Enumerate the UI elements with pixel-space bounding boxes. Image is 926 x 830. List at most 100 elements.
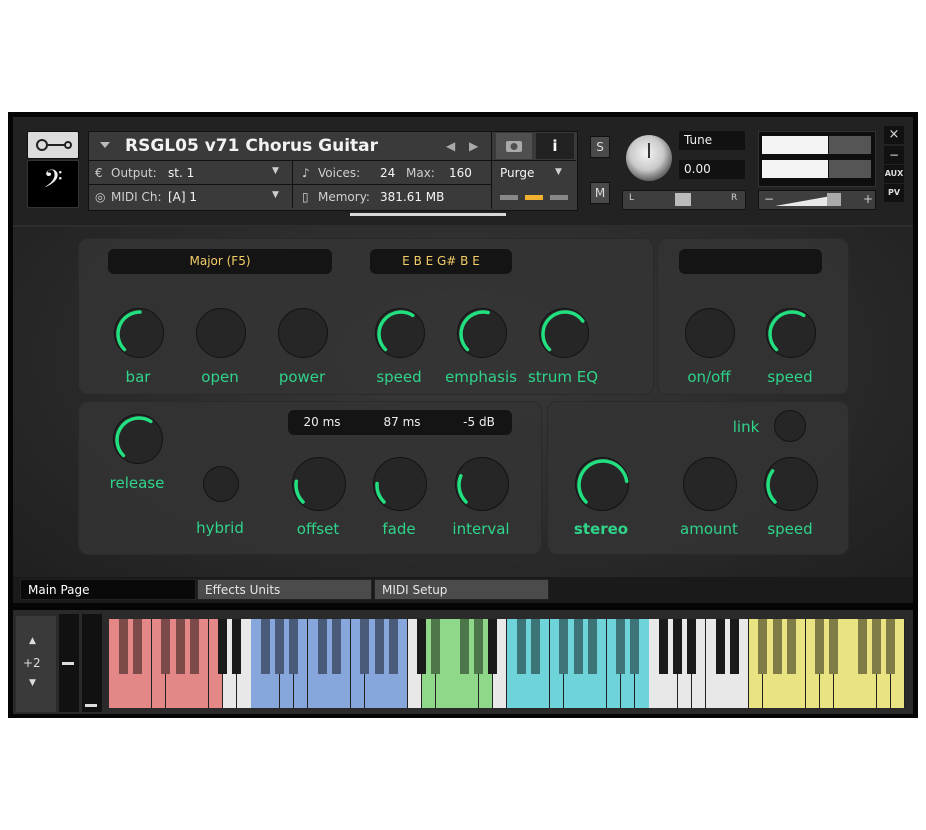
dropdown-arrow-icon[interactable] (100, 142, 110, 148)
black-key[interactable] (658, 619, 668, 674)
black-key[interactable] (772, 619, 782, 674)
black-key[interactable] (431, 619, 441, 674)
black-key[interactable] (488, 619, 498, 674)
output-value[interactable]: st. 1 (168, 166, 194, 180)
bass-clef-logo: 𝄢 (27, 160, 79, 208)
release-knob[interactable] (113, 414, 163, 464)
black-key[interactable] (218, 619, 228, 674)
tab-midi-setup[interactable]: MIDI Setup (374, 579, 549, 600)
black-key[interactable] (758, 619, 768, 674)
memory-value: 381.61 MB (380, 190, 445, 204)
tune-label: Tune (679, 131, 745, 150)
black-key[interactable] (175, 619, 185, 674)
max-value[interactable]: 160 (449, 166, 472, 180)
midi-value[interactable]: [A] 1 (168, 190, 197, 204)
bar-knob[interactable] (114, 308, 164, 358)
offset-knob[interactable] (292, 457, 346, 511)
mod-wheel[interactable] (82, 614, 102, 712)
aux-button[interactable]: AUX (884, 165, 904, 183)
black-key[interactable] (289, 619, 299, 674)
speed-knob[interactable] (375, 308, 425, 358)
voices-label: Voices: (318, 166, 361, 180)
black-key[interactable] (715, 619, 725, 674)
pan-handle[interactable] (675, 193, 691, 206)
black-key[interactable] (530, 619, 540, 674)
stereo-knob[interactable] (575, 457, 629, 511)
minimize-icon[interactable]: − (884, 146, 904, 164)
close-icon[interactable]: × (884, 126, 904, 144)
black-key[interactable] (815, 619, 825, 674)
black-key[interactable] (829, 619, 839, 674)
black-key[interactable] (673, 619, 683, 674)
black-key[interactable] (687, 619, 697, 674)
black-key[interactable] (374, 619, 384, 674)
black-key[interactable] (630, 619, 640, 674)
wrench-icon[interactable] (27, 131, 79, 159)
black-key[interactable] (516, 619, 526, 674)
black-key[interactable] (474, 619, 484, 674)
black-key[interactable] (729, 619, 739, 674)
next-instrument-icon[interactable]: ▶ (469, 139, 478, 153)
black-key[interactable] (872, 619, 882, 674)
emphasis-knob[interactable] (457, 308, 507, 358)
tab-main-page[interactable]: Main Page (20, 579, 196, 600)
power-knob[interactable] (278, 308, 328, 358)
volume-handle[interactable] (827, 193, 841, 206)
black-key[interactable] (232, 619, 242, 674)
instrument-title[interactable]: RSGL05 v71 Chorus Guitar (125, 136, 378, 156)
octave-shift-control[interactable]: ▲ +2 ▼ (16, 616, 56, 712)
black-key[interactable] (417, 619, 427, 674)
black-key[interactable] (189, 619, 199, 674)
amount-knob[interactable] (683, 457, 737, 511)
mod-speed-knob[interactable] (766, 308, 816, 358)
black-key[interactable] (573, 619, 583, 674)
purge-button[interactable]: Purge (500, 166, 534, 180)
hybrid-knob[interactable] (203, 466, 239, 502)
octave-up-icon[interactable]: ▲ (29, 636, 36, 646)
black-key[interactable] (118, 619, 128, 674)
black-key[interactable] (360, 619, 370, 674)
open-label: open (201, 368, 239, 386)
prev-instrument-icon[interactable]: ◀ (446, 139, 455, 153)
black-key[interactable] (260, 619, 270, 674)
mod-on-off-knob[interactable] (685, 308, 735, 358)
stereo-speed-knob[interactable] (764, 457, 818, 511)
fade-knob[interactable] (373, 457, 427, 511)
black-key[interactable] (132, 619, 142, 674)
open-knob[interactable] (196, 308, 246, 358)
interval-knob[interactable] (455, 457, 509, 511)
black-key[interactable] (459, 619, 469, 674)
mute-button[interactable]: M (590, 182, 610, 204)
black-key[interactable] (857, 619, 867, 674)
output-dropdown-icon[interactable]: ▼ (272, 166, 279, 176)
tune-knob[interactable] (626, 135, 672, 181)
black-key[interactable] (786, 619, 796, 674)
header-scroll-indicator[interactable] (350, 213, 506, 216)
pv-button[interactable]: PV (884, 184, 904, 202)
offset-display: 20 ms (298, 410, 346, 435)
octave-down-icon[interactable]: ▼ (29, 678, 36, 688)
volume-slider[interactable]: − + (758, 190, 876, 210)
black-key[interactable] (331, 619, 341, 674)
piano-keyboard[interactable] (109, 619, 906, 708)
link-toggle[interactable] (774, 410, 806, 442)
info-icon[interactable]: i (536, 133, 574, 159)
black-key[interactable] (886, 619, 896, 674)
pan-slider[interactable]: L R (622, 190, 746, 210)
purge-dropdown-icon[interactable]: ▼ (555, 167, 562, 177)
camera-icon[interactable] (496, 133, 532, 159)
black-key[interactable] (616, 619, 626, 674)
solo-button[interactable]: S (590, 136, 610, 158)
tab-effects-units[interactable]: Effects Units (197, 579, 372, 600)
black-key[interactable] (587, 619, 597, 674)
black-key[interactable] (559, 619, 569, 674)
black-key[interactable] (388, 619, 398, 674)
black-key[interactable] (275, 619, 285, 674)
meter-bar-right (762, 160, 828, 178)
midi-dropdown-icon[interactable]: ▼ (272, 190, 279, 200)
pitch-wheel[interactable] (59, 614, 79, 712)
black-key[interactable] (317, 619, 327, 674)
tune-value[interactable]: 0.00 (679, 160, 745, 179)
strum-eq-knob[interactable] (539, 308, 589, 358)
black-key[interactable] (161, 619, 171, 674)
